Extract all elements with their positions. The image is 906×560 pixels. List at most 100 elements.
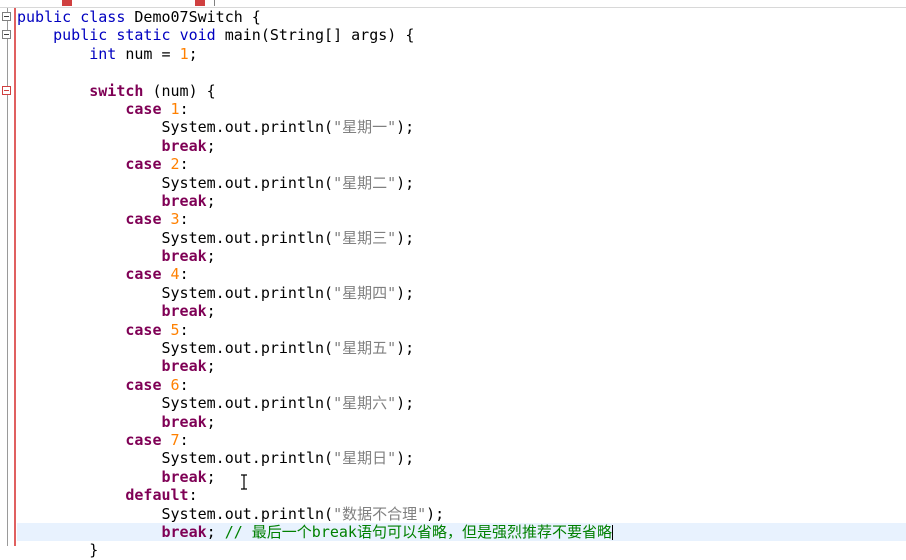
number-literal: 7: [170, 430, 180, 449]
code-line[interactable]: System.out.println("星期五");: [17, 339, 906, 357]
keyword-token: static: [116, 26, 171, 45]
code-text: );: [426, 504, 445, 523]
code-line[interactable]: System.out.println("星期日");: [17, 449, 906, 467]
keyword-token: break: [161, 357, 207, 376]
code-line[interactable]: case 7:: [17, 431, 906, 449]
code-text: :: [179, 155, 189, 174]
code-line[interactable]: break;: [17, 302, 906, 320]
code-line[interactable]: public class Demo07Switch {: [17, 8, 906, 26]
string-literal: "星期四": [333, 283, 397, 302]
code-text: System.out.println(: [161, 339, 334, 358]
code-text: System.out.println(: [161, 504, 334, 523]
code-text: ;: [206, 247, 216, 266]
code-line[interactable]: break; // 最后一个break语句可以省略，但是强烈推荐不要省略: [17, 522, 906, 542]
code-text: System.out.println(: [161, 283, 334, 302]
number-literal: 4: [170, 265, 180, 284]
fold-collapse-icon[interactable]: [2, 30, 11, 39]
tab-icon[interactable]: [195, 0, 205, 6]
editor-tab-strip: [0, 0, 906, 8]
keyword-token: int: [89, 44, 117, 63]
code-text: );: [396, 449, 415, 468]
code-line[interactable]: System.out.println("星期六");: [17, 394, 906, 412]
fold-collapse-icon[interactable]: [2, 86, 11, 95]
code-line[interactable]: int num = 1;: [17, 45, 906, 63]
keyword-token: break: [161, 522, 207, 541]
code-line[interactable]: System.out.println("星期二");: [17, 174, 906, 192]
code-text: ;: [206, 467, 216, 486]
code-text: ;: [206, 522, 225, 541]
string-literal: "星期一": [333, 118, 397, 137]
number-literal: 3: [170, 210, 180, 229]
code-line[interactable]: System.out.println("星期四");: [17, 284, 906, 302]
change-bar: [14, 8, 16, 546]
tab-separator: [214, 0, 215, 6]
code-text: );: [396, 173, 415, 192]
keyword-token: break: [161, 302, 207, 321]
code-editor[interactable]: public class Demo07Switch { public stati…: [17, 8, 906, 560]
code-text: num =: [116, 44, 180, 63]
code-text: ;: [206, 302, 216, 321]
number-literal: 1: [179, 44, 189, 63]
code-line[interactable]: break;: [17, 413, 906, 431]
code-text: ;: [206, 191, 216, 210]
code-line[interactable]: break;: [17, 357, 906, 375]
keyword-token: public: [53, 26, 108, 45]
code-line[interactable]: default:: [17, 486, 906, 504]
code-line[interactable]: System.out.println("星期三");: [17, 229, 906, 247]
code-text: ;: [206, 412, 216, 431]
tab-icon[interactable]: [62, 0, 72, 6]
code-text: System.out.println(: [161, 173, 334, 192]
code-text: );: [396, 283, 415, 302]
code-line[interactable]: case 3:: [17, 210, 906, 228]
keyword-token: break: [161, 412, 207, 431]
code-text: ;: [206, 136, 216, 155]
code-line[interactable]: }: [17, 541, 906, 559]
code-text: );: [396, 339, 415, 358]
code-line[interactable]: System.out.println("星期一");: [17, 118, 906, 136]
code-line[interactable]: public static void main(String[] args) {: [17, 26, 906, 44]
keyword-token: case: [125, 430, 162, 449]
code-line[interactable]: case 1:: [17, 100, 906, 118]
code-line[interactable]: case 5:: [17, 321, 906, 339]
fold-collapse-icon[interactable]: [2, 12, 11, 21]
string-literal: "星期五": [333, 339, 397, 358]
code-line[interactable]: switch (num) {: [17, 82, 906, 100]
string-literal: "星期二": [333, 173, 397, 192]
code-line[interactable]: case 6:: [17, 376, 906, 394]
code-text: }: [89, 541, 99, 560]
code-text: (num) {: [143, 81, 216, 100]
code-text: System.out.println(: [161, 228, 334, 247]
code-line[interactable]: break;: [17, 192, 906, 210]
code-text: System.out.println(: [161, 394, 334, 413]
code-text: Demo07Switch {: [125, 8, 261, 26]
keyword-token: break: [161, 467, 207, 486]
code-line[interactable]: break;: [17, 137, 906, 155]
code-comment: // 最后一个break语句可以省略，但是强烈推荐不要省略: [224, 522, 612, 541]
code-line[interactable]: case 2:: [17, 155, 906, 173]
code-text: :: [179, 99, 189, 118]
code-line[interactable]: System.out.println("数据不合理");: [17, 505, 906, 523]
code-line[interactable]: break;: [17, 247, 906, 265]
code-line[interactable]: break;: [17, 468, 906, 486]
code-text: :: [179, 430, 189, 449]
keyword-token: break: [161, 247, 207, 266]
code-text: main(String[] args) {: [215, 26, 415, 45]
code-line[interactable]: [17, 63, 906, 81]
keyword-token: void: [179, 26, 216, 45]
code-line[interactable]: case 4:: [17, 265, 906, 283]
